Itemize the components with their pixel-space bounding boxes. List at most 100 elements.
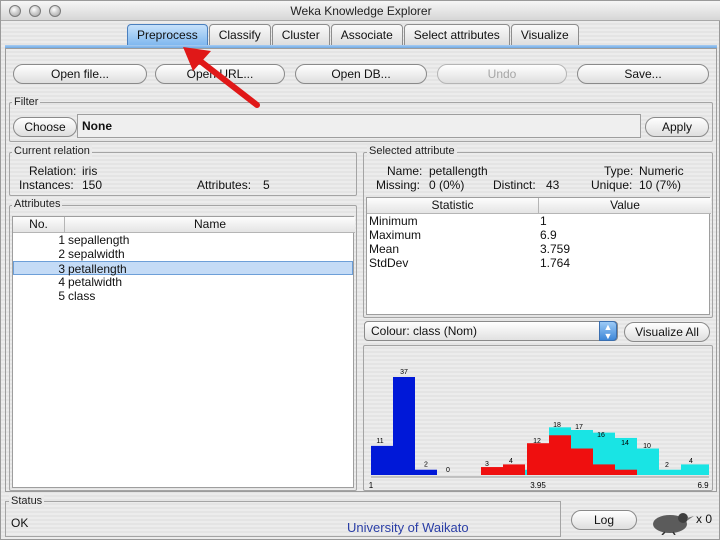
relation-value: iris [82,164,98,178]
bar-count-label: 14 [621,440,629,447]
attr-unique-label: Unique: [591,178,633,192]
attr-distinct-label: Distinct: [493,178,536,192]
attributes-count-value: 5 [263,178,270,192]
weka-bird-icon [653,513,694,535]
statistics-table: Statistic Value Minimum 1 Maximum 6.9 Me… [366,197,711,315]
attr-unique-value: 10 (7%) [639,178,682,192]
apply-filter-button[interactable]: Apply [645,117,709,137]
row-name: sepallength [68,233,130,247]
petallength-histogram: 1 3.95 6.9 1137203 41218 171614 1024 [369,369,709,489]
tab-cluster[interactable]: Cluster [271,24,330,46]
histogram-bar [637,448,659,475]
bar-count-label: 4 [509,458,513,465]
colour-select[interactable]: Colour: class (Nom) ▲ ▼ [364,321,618,341]
axis-min-label: 1 [369,481,374,489]
attributes-title: Attributes [12,198,63,210]
bar-count-label: 37 [400,369,408,376]
attr-type-value: Numeric [639,164,684,178]
bar-count-label: 0 [446,467,450,474]
histogram-bar [481,467,503,475]
instances-value: 150 [82,178,103,192]
histogram-bar [681,464,709,475]
row-no: 4 [58,275,65,289]
bar-count-label: 4 [689,458,693,465]
table-row[interactable]: 5 class [13,289,355,303]
histogram-bar [615,469,637,475]
stat-row: Mean 3.759 [367,242,711,256]
visualize-all-button[interactable]: Visualize All [624,322,710,342]
save-button[interactable]: Save... [577,64,709,84]
attributes-table: No. Name 1 sepallength 2 sepalwidth 3 pe… [12,216,355,488]
status-title: Status [9,495,45,507]
row-no: 2 [58,247,65,261]
attr-missing-label: Missing: [376,178,421,192]
bar-count-label: 3 [485,461,489,468]
bar-count-label: 11 [376,438,383,445]
instances-label: Instances: [19,178,74,192]
histogram-bar [371,445,393,475]
stat-value: 1 [540,214,547,228]
selected-attribute-title: Selected attribute [367,145,457,157]
table-row[interactable]: 2 sepalwidth [13,247,355,261]
histogram-bar [549,435,571,475]
col-header-no[interactable]: No. [13,217,65,233]
col-header-statistic[interactable]: Statistic [367,198,539,214]
status-group [5,501,561,537]
attributes-count-label: Attributes: [197,178,252,192]
row-name: class [68,289,96,303]
row-no: 3 [58,262,65,276]
university-credit: University of Waikato [347,520,469,535]
bar-count-label: 18 [553,422,561,429]
row-name: petalwidth [68,275,123,289]
weka-window: Weka Knowledge Explorer Preprocess Class… [0,0,720,540]
col-header-name[interactable]: Name [65,217,355,233]
stat-name: Minimum [369,214,418,228]
bar-count-label: 12 [533,438,541,445]
histogram-bar [527,443,549,475]
axis-max-label: 6.9 [697,481,709,489]
row-name: petallength [68,262,127,276]
histogram-bar [659,469,681,475]
histogram-bar [415,469,437,475]
stat-row: Maximum 6.9 [367,228,711,242]
filter-field[interactable]: None [77,114,641,138]
tab-associate[interactable]: Associate [330,24,403,46]
tab-visualize[interactable]: Visualize [510,24,579,46]
attr-type-label: Type: [604,164,634,178]
updown-arrows-icon: ▲ ▼ [599,321,617,341]
colour-select-label: Colour: class (Nom) [371,324,478,338]
stat-name: Mean [369,242,400,256]
title-bar: Weka Knowledge Explorer [1,1,720,21]
undo-button[interactable]: Undo [437,64,567,84]
stat-value: 6.9 [540,228,557,242]
log-button[interactable]: Log [571,510,637,530]
attr-distinct-value: 43 [546,178,560,192]
table-row[interactable]: 4 petalwidth [13,275,355,289]
attr-missing-value: 0 (0%) [429,178,465,192]
histogram-bar [571,448,593,475]
annotation-arrow-icon [183,47,260,108]
stat-value: 1.764 [540,256,571,270]
bar-count-label: 10 [643,443,651,450]
stat-row: StdDev 1.764 [367,256,711,270]
window-title: Weka Knowledge Explorer [290,4,432,18]
choose-filter-button[interactable]: Choose [13,117,77,137]
current-relation-title: Current relation [12,145,92,157]
table-row[interactable]: 1 sepallength [13,233,355,247]
col-header-value[interactable]: Value [539,198,711,214]
stat-name: StdDev [369,256,409,270]
filter-title: Filter [12,96,41,108]
open-db-button[interactable]: Open DB... [295,64,427,84]
bar-count-label: 17 [575,424,583,431]
axis-mid-label: 3.95 [530,481,546,489]
histogram-bar [503,464,525,475]
attr-name-label: Name: [387,164,423,178]
open-file-button[interactable]: Open file... [13,64,147,84]
task-count: x 0 [696,512,713,526]
stat-row: Minimum 1 [367,214,711,228]
attr-name-value: petallength [429,164,488,178]
bar-count-label: 2 [424,462,428,469]
tab-select-attributes[interactable]: Select attributes [403,24,510,46]
table-row-selected[interactable]: 3 petallength [13,261,353,276]
stat-value: 3.759 [540,242,571,256]
